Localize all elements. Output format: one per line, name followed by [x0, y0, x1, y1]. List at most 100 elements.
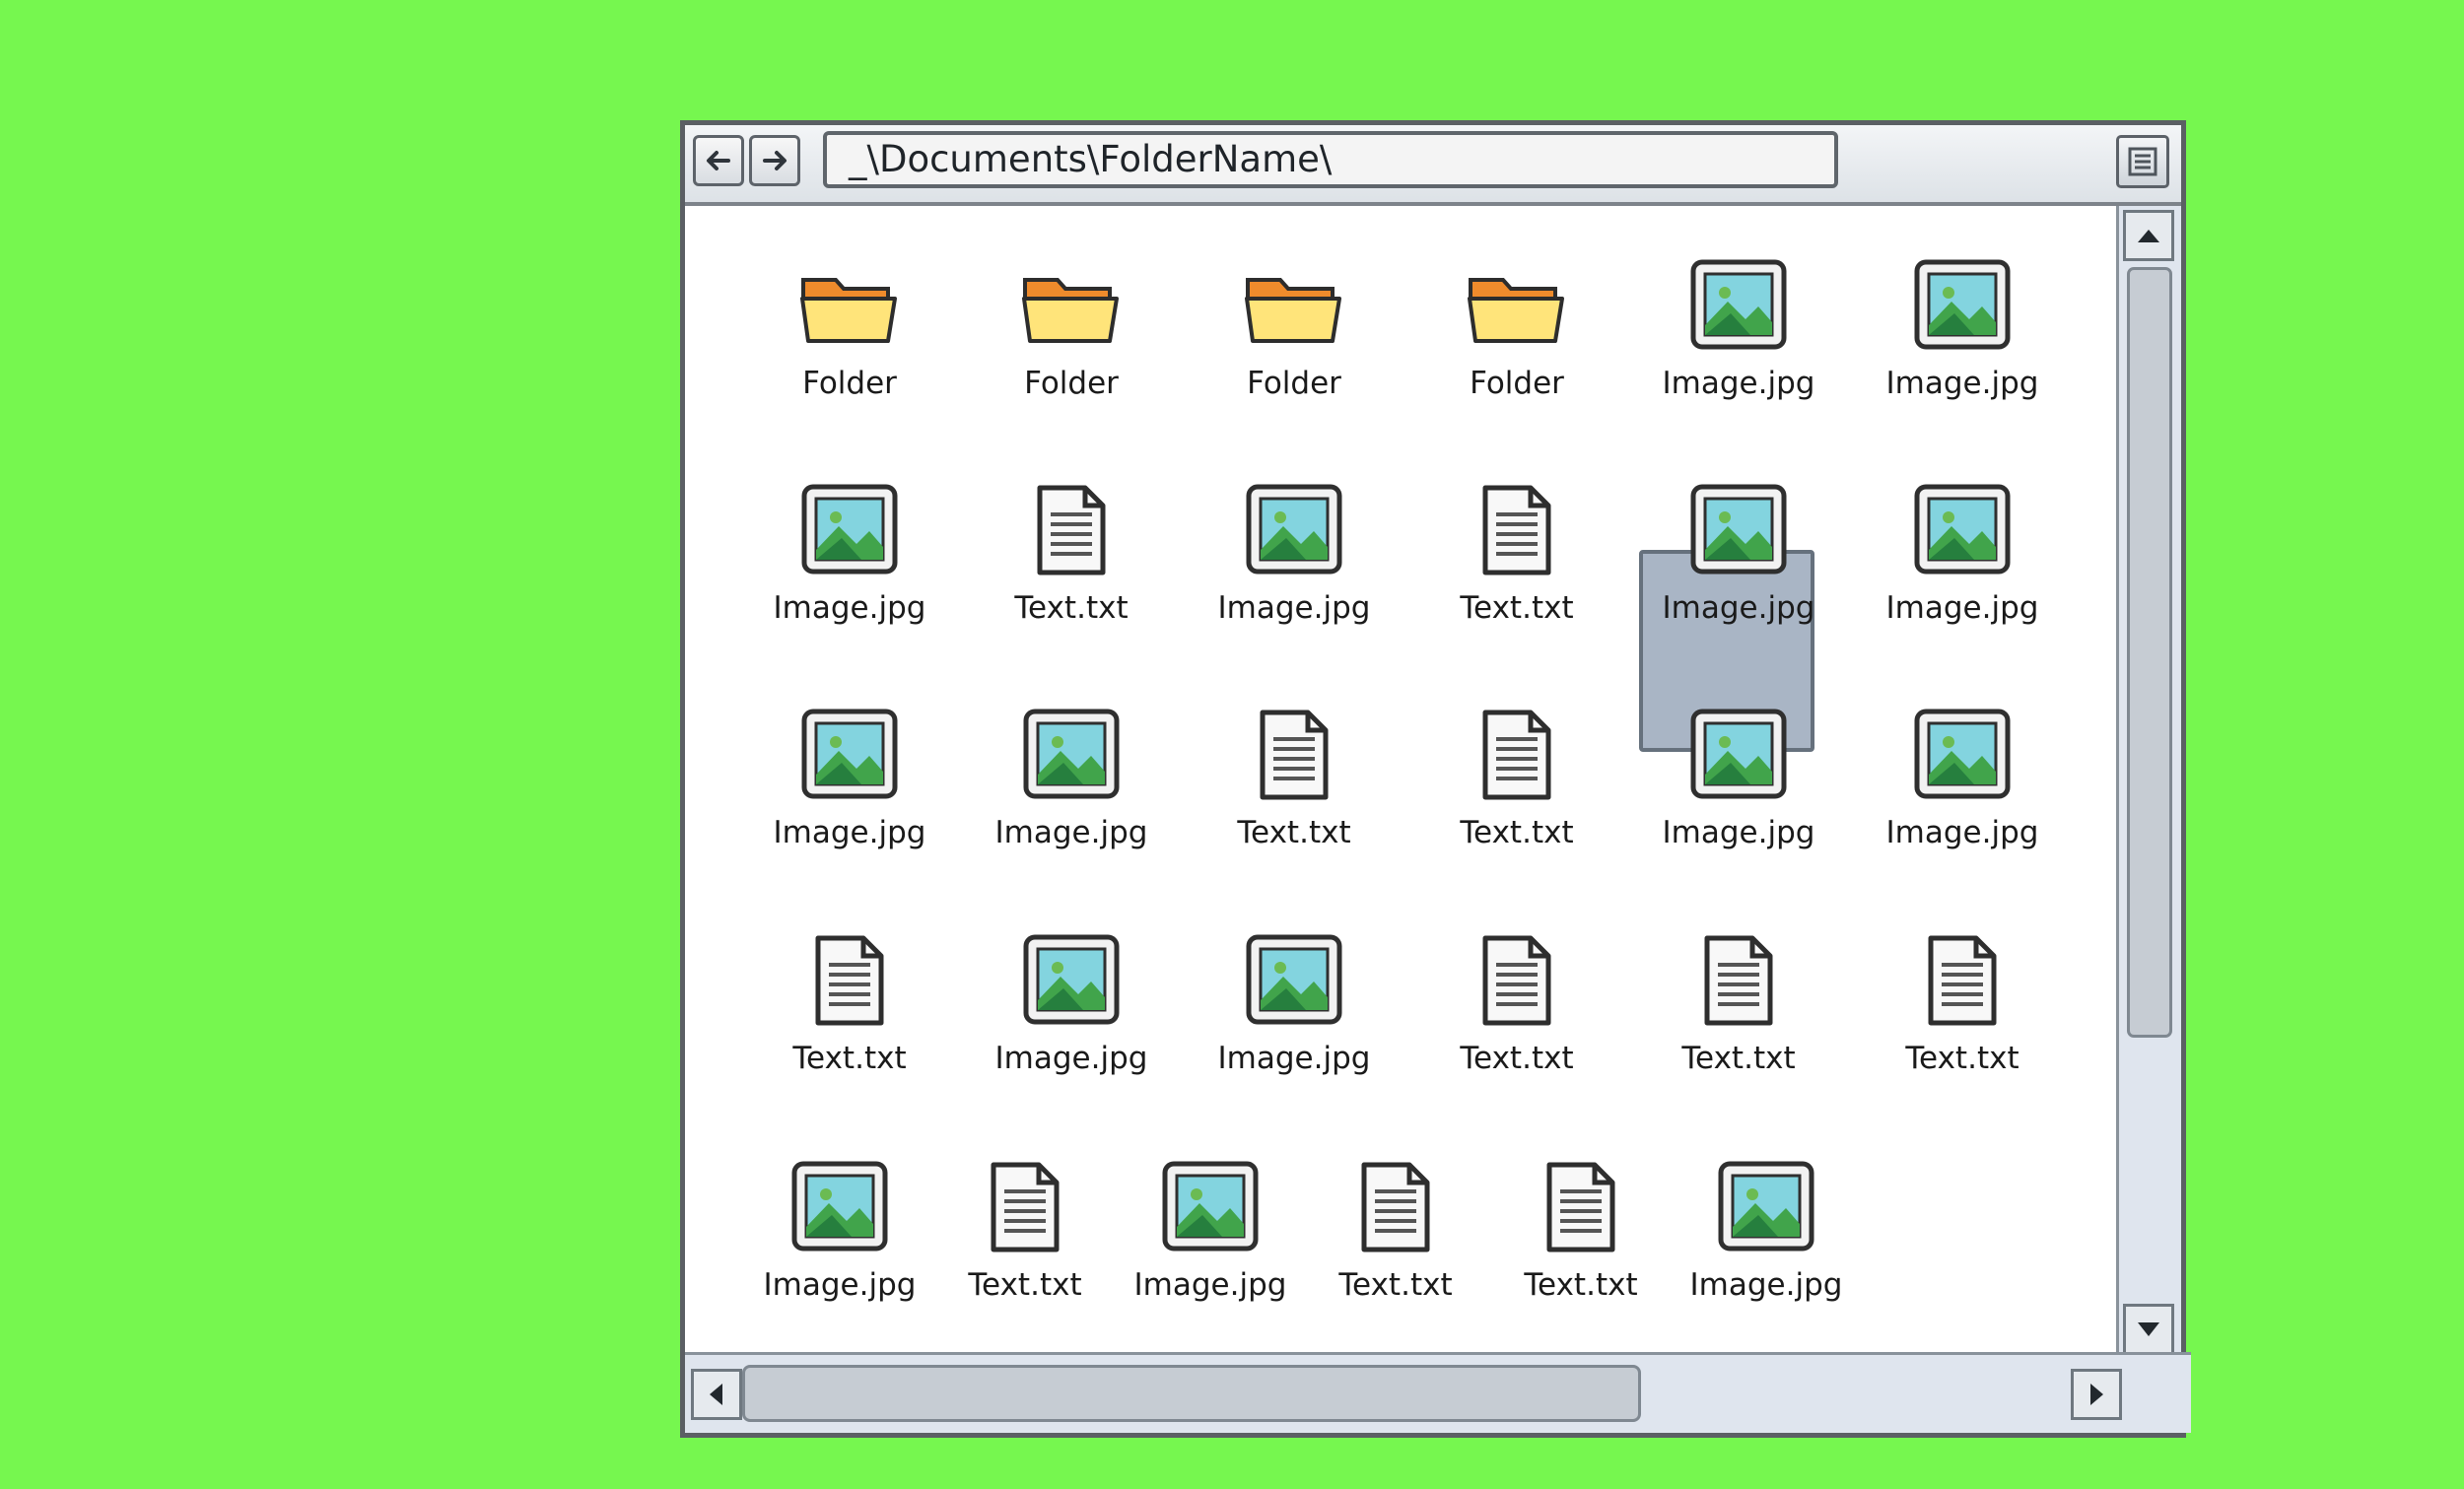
file-item-label: Image.jpg — [1885, 815, 2039, 850]
image-file-icon — [1690, 709, 1787, 799]
file-item[interactable]: Text.txt — [946, 1159, 1104, 1359]
folder-icon — [1468, 278, 1564, 343]
image-file-icon — [1914, 259, 2011, 350]
file-item[interactable]: Image.jpg — [1660, 707, 1817, 923]
vertical-scroll-thumb[interactable] — [2127, 267, 2172, 1038]
file-grid: Folder Folder Folder Folder Image.jpg Im… — [685, 206, 2117, 1359]
file-item-label: Image.jpg — [763, 1267, 917, 1303]
file-item-label: Image.jpg — [1689, 1267, 1843, 1303]
file-item[interactable]: Image.jpg — [761, 1159, 919, 1359]
file-item[interactable]: Text.txt — [1438, 932, 1596, 1149]
file-item[interactable]: Image.jpg — [992, 707, 1150, 923]
file-item-label: Text.txt — [1460, 590, 1574, 626]
horizontal-scrollbar[interactable] — [685, 1352, 2191, 1433]
file-item-selected[interactable]: Image.jpg — [1660, 482, 1817, 699]
file-item-label: Image.jpg — [1885, 366, 2039, 401]
file-item[interactable]: Image.jpg — [1883, 707, 2041, 923]
image-file-icon — [1246, 934, 1342, 1025]
file-item[interactable]: Text.txt — [1317, 1159, 1474, 1359]
left-triangle-icon — [710, 1384, 722, 1405]
file-item[interactable]: Image.jpg — [992, 932, 1150, 1149]
file-item-label: Image.jpg — [1885, 590, 2039, 626]
file-item[interactable]: Folder — [992, 257, 1150, 474]
image-file-icon — [1246, 484, 1342, 575]
text-file-icon — [1482, 710, 1551, 800]
right-arrow-icon — [763, 151, 787, 170]
file-item[interactable]: Folder — [1215, 257, 1373, 474]
window-titlebar: _\Documents\FolderName\ — [685, 125, 2181, 206]
file-item-label: Text.txt — [1014, 590, 1129, 626]
file-item-label: Image.jpg — [1662, 815, 1815, 850]
file-item-label: Image.jpg — [1133, 1267, 1287, 1303]
menu-button[interactable] — [2116, 135, 2169, 188]
file-item[interactable]: Image.jpg — [1660, 257, 1817, 474]
file-item-label: Image.jpg — [773, 815, 926, 850]
file-item-label: Text.txt — [968, 1267, 1082, 1303]
file-item[interactable]: Folder — [1438, 257, 1596, 474]
file-item-label: Image.jpg — [1217, 1041, 1371, 1076]
file-item[interactable]: Text.txt — [1883, 932, 2041, 1149]
vertical-scrollbar[interactable] — [2116, 206, 2181, 1359]
text-file-icon — [1482, 485, 1551, 575]
file-item-label: Image.jpg — [1662, 590, 1815, 626]
image-file-icon — [1914, 484, 2011, 575]
text-file-icon — [991, 1162, 1060, 1252]
image-file-icon — [1690, 484, 1787, 575]
folder-icon — [800, 278, 897, 343]
image-file-icon — [1023, 709, 1120, 799]
horizontal-scroll-thumb[interactable] — [742, 1365, 1641, 1422]
folder-icon — [1022, 278, 1119, 343]
text-file-icon — [1260, 710, 1329, 800]
file-item-label: Text.txt — [1338, 1267, 1453, 1303]
scroll-down-button[interactable] — [2123, 1304, 2174, 1355]
file-item[interactable]: Image.jpg — [771, 707, 928, 923]
text-file-icon — [1928, 935, 1997, 1026]
text-file-icon — [1482, 935, 1551, 1026]
text-file-icon — [1546, 1162, 1615, 1252]
file-item-label: Image.jpg — [1662, 366, 1815, 401]
file-item[interactable]: Text.txt — [992, 482, 1150, 699]
down-arrow-icon — [2138, 1322, 2159, 1336]
scroll-up-button[interactable] — [2123, 210, 2174, 261]
address-bar[interactable]: _\Documents\FolderName\ — [823, 131, 1838, 188]
file-item-label: Image.jpg — [773, 590, 926, 626]
file-item[interactable]: Folder — [771, 257, 928, 474]
up-arrow-icon — [2138, 230, 2159, 242]
file-item[interactable]: Image.jpg — [1883, 257, 2041, 474]
file-item[interactable]: Text.txt — [1660, 932, 1817, 1149]
file-item[interactable]: Text.txt — [1438, 482, 1596, 699]
image-file-icon — [801, 484, 898, 575]
text-file-icon — [1704, 935, 1773, 1026]
image-file-icon — [801, 709, 898, 799]
image-file-icon — [1690, 259, 1787, 350]
file-item[interactable]: Image.jpg — [1215, 932, 1373, 1149]
file-item-label: Folder — [802, 366, 897, 401]
file-item-label: Text.txt — [1681, 1041, 1796, 1076]
file-item-label: Text.txt — [1237, 815, 1351, 850]
file-item[interactable]: Text.txt — [1215, 707, 1373, 923]
scroll-left-button[interactable] — [691, 1369, 742, 1420]
file-item-label: Text.txt — [1460, 1041, 1574, 1076]
scroll-right-button[interactable] — [2071, 1369, 2122, 1420]
folder-icon — [1245, 278, 1341, 343]
menu-icon — [2128, 147, 2157, 176]
file-item[interactable]: Image.jpg — [771, 482, 928, 699]
file-item[interactable]: Image.jpg — [1883, 482, 2041, 699]
file-item-label: Text.txt — [1905, 1041, 2019, 1076]
file-item[interactable]: Image.jpg — [1687, 1159, 1845, 1359]
forward-button[interactable] — [749, 135, 800, 186]
file-item[interactable]: Image.jpg — [1131, 1159, 1289, 1359]
image-file-icon — [1023, 934, 1120, 1025]
file-item[interactable]: Text.txt — [1438, 707, 1596, 923]
back-button[interactable] — [693, 135, 744, 186]
file-item-label: Folder — [1247, 366, 1341, 401]
image-file-icon — [1718, 1161, 1814, 1252]
file-item-label: Image.jpg — [1217, 590, 1371, 626]
text-file-icon — [1361, 1162, 1430, 1252]
file-explorer-window: _\Documents\FolderName\ Folder Folder Fo… — [680, 120, 2191, 1438]
file-item[interactable]: Text.txt — [1502, 1159, 1660, 1359]
left-arrow-icon — [707, 151, 730, 170]
file-item[interactable]: Image.jpg — [1215, 482, 1373, 699]
file-item-label: Folder — [1024, 366, 1119, 401]
file-item[interactable]: Text.txt — [771, 932, 928, 1149]
